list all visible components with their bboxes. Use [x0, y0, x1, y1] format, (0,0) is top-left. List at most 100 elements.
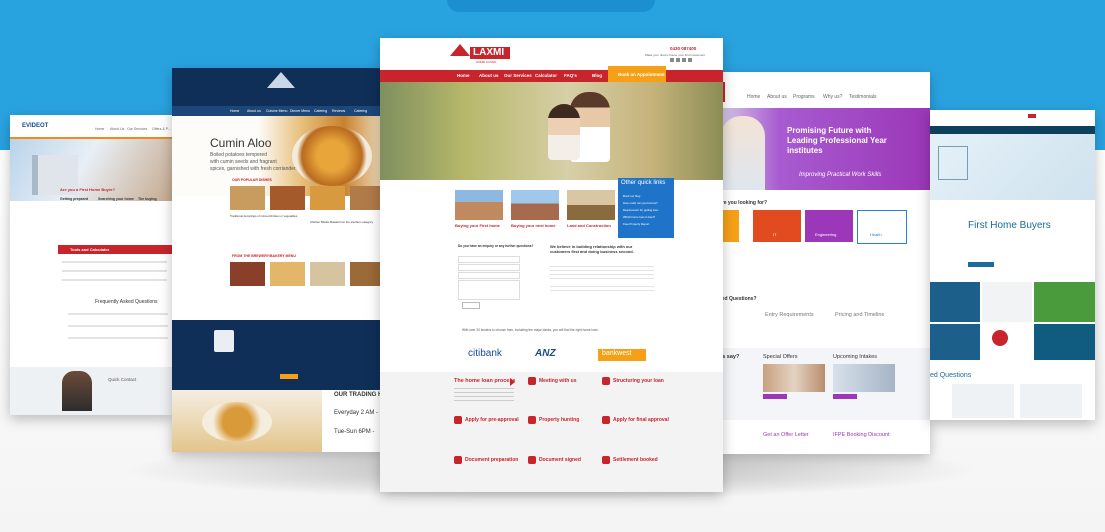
find-details-button[interactable]	[833, 394, 857, 399]
lender-anz: ANZ	[535, 348, 556, 359]
header-bar	[715, 72, 930, 108]
hero-text: with cumin seeds and fragrant	[210, 159, 277, 165]
form-field[interactable]	[458, 272, 520, 279]
service-tile	[930, 282, 980, 322]
faq-row	[68, 337, 168, 339]
social-icons[interactable]	[670, 58, 692, 62]
nav-home[interactable]: Home	[457, 73, 470, 78]
intakes-title: Upcoming Intakes	[833, 354, 878, 360]
step-title: Structuring your loan	[613, 378, 664, 384]
trading-hours: Tue-Sun 6PM -	[334, 429, 375, 435]
quick-link[interactable]: Requirement for getting loan	[623, 208, 658, 212]
faq-column: Pricing and Timeline	[835, 312, 885, 318]
quick-link[interactable]: Which home loan is best?	[623, 215, 655, 219]
form-field[interactable]	[458, 264, 520, 271]
tile-image-land[interactable]	[567, 190, 615, 220]
hero-script: Improving Practical Work Skills	[799, 172, 882, 178]
offers-title: Special Offers	[763, 354, 798, 360]
section-title: OUR POPULAR DISHES	[232, 178, 272, 182]
card-title: Searching your home	[98, 197, 134, 201]
tool-row	[62, 270, 167, 272]
nav-item[interactable]: Testimonials	[849, 94, 877, 100]
nav-item[interactable]: Cuisine Menu	[266, 109, 287, 113]
form-field[interactable]	[458, 256, 520, 263]
step-title: Apply for final approval	[613, 417, 669, 423]
logo-mountain-icon	[267, 72, 295, 88]
hero-person-woman	[548, 104, 580, 160]
appointment-label: Book an Appointment	[618, 72, 665, 77]
nav-item[interactable]: About Us	[110, 127, 124, 131]
dish-image	[230, 186, 265, 210]
faq-column: Entry Requirements	[765, 312, 814, 318]
nav-item[interactable]: Why us?	[823, 94, 842, 100]
nav-item[interactable]: Home	[230, 109, 239, 113]
hero-cta[interactable]	[968, 262, 994, 267]
dish-caption: Traditional dumplings of minced chicken …	[230, 214, 298, 218]
section-title: are you looking for?	[719, 200, 768, 206]
tile-image-first-home[interactable]	[455, 190, 503, 220]
dish-image	[270, 186, 305, 210]
nav-faqs[interactable]: FAQ's	[564, 73, 577, 78]
submit-button[interactable]	[462, 302, 480, 309]
nav-services[interactable]: Our Services	[504, 73, 532, 78]
header-bar	[930, 110, 1095, 126]
bakery-image	[310, 262, 345, 286]
quick-link[interactable]: Free Property Report	[623, 222, 649, 226]
category-tile-engineering[interactable]	[805, 210, 853, 242]
quick-link[interactable]: Book our blog	[623, 194, 640, 198]
nav-item[interactable]: Catering	[354, 109, 367, 113]
nav-calculator[interactable]: Calculator	[535, 73, 557, 78]
website-mockup-college: Home About us Programs Why us? Testimoni…	[715, 72, 930, 454]
category-tile-it[interactable]	[753, 210, 801, 242]
tile-caption: Land and Construction	[567, 223, 611, 228]
nav-item[interactable]: Offers & P...	[152, 127, 171, 131]
step-number-icon	[528, 416, 536, 424]
students-photo	[763, 364, 825, 392]
nav-item[interactable]: Home	[95, 127, 104, 131]
nav-item[interactable]: Catering	[314, 109, 327, 113]
tile-caption: Buying your next home	[511, 223, 556, 228]
faq-row	[68, 313, 168, 315]
category-tile-health[interactable]	[857, 210, 907, 244]
form-textarea[interactable]	[458, 280, 520, 300]
card-title: Getting prepared	[60, 197, 89, 201]
logo-sub: HOME LOANS	[476, 60, 497, 64]
paragraph-line	[550, 286, 654, 287]
nav-item[interactable]: Home	[747, 94, 760, 100]
booking-title: IFPE Booking Discount	[833, 432, 890, 438]
nav-item[interactable]: Our Services	[127, 127, 147, 131]
category-label: Health	[870, 232, 882, 237]
enquiry-title: Do you have an enquiry or any further qu…	[458, 244, 534, 248]
faq-heading: ed Questions	[930, 372, 972, 379]
section-title: FROM THE BREWERY/BAKERY MENU	[232, 254, 296, 258]
nav-blog[interactable]: Blog	[592, 73, 602, 78]
tile-image-next-home[interactable]	[511, 190, 559, 220]
nav-item[interactable]: About us	[767, 94, 787, 100]
nav-item[interactable]: Reviews	[332, 109, 345, 113]
pancake-plate	[202, 402, 272, 442]
order-panel	[172, 320, 387, 390]
tool-row	[62, 261, 167, 263]
step-title: Property hunting	[539, 417, 580, 423]
hero-title: institutes	[787, 146, 823, 155]
service-tile	[930, 324, 980, 360]
hero-title: Promising Future with	[787, 126, 872, 135]
panel-title: Are you a First Home Buyer?	[60, 187, 116, 192]
top-tab-decoration	[447, 0, 655, 12]
nav-item[interactable]: Programs	[793, 94, 815, 100]
quick-link[interactable]: How much can you borrow?	[623, 201, 658, 205]
step-title: Document preparation	[465, 457, 519, 463]
faq-title: Frequently Asked Questions	[95, 299, 158, 305]
service-tile	[1034, 324, 1095, 360]
find-details-button[interactable]	[763, 394, 787, 399]
nav-item[interactable]: Dinner Menu	[290, 109, 310, 113]
nav-about[interactable]: About us	[479, 73, 499, 78]
nav-item[interactable]: About us	[247, 109, 261, 113]
believe-title: We believe in building relationship with…	[550, 244, 634, 254]
tagline: Make your dream house your first investm…	[645, 53, 706, 57]
service-tile	[1034, 282, 1095, 322]
bakery-image	[230, 262, 265, 286]
order-button[interactable]	[280, 374, 298, 379]
site-logo: EVIDEOT	[22, 123, 49, 129]
step-title: Document signed	[539, 457, 581, 463]
